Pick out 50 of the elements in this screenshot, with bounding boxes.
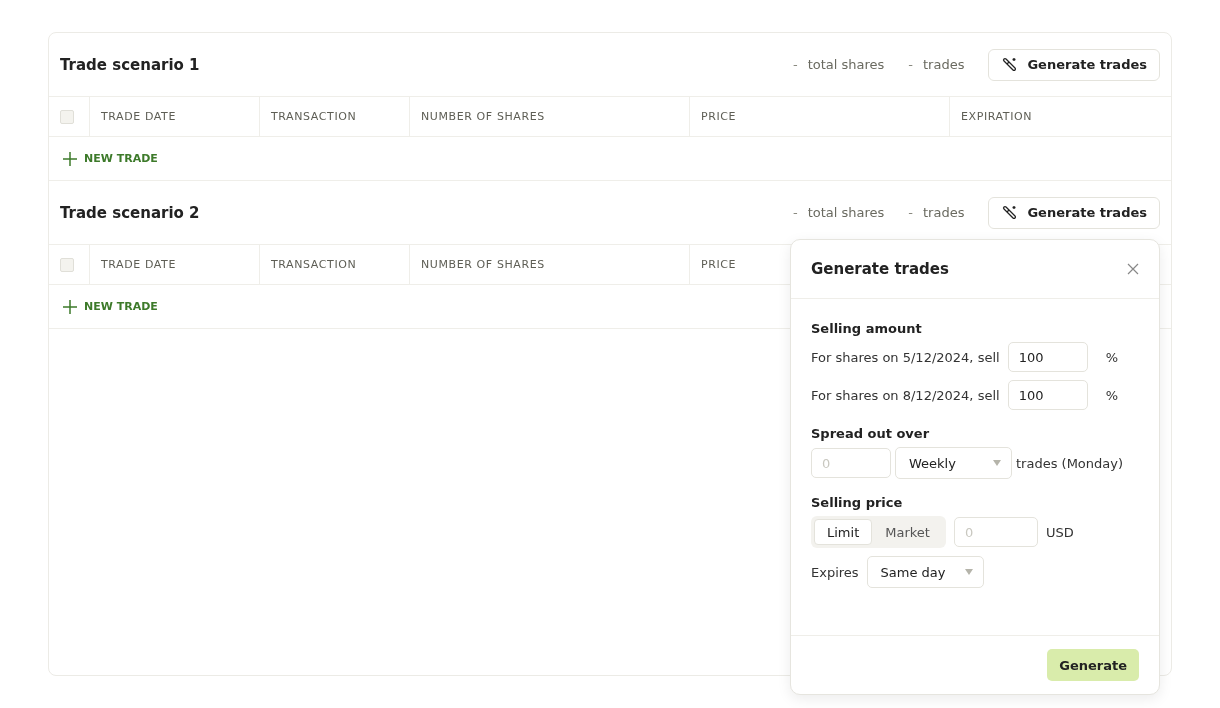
generate-button[interactable]: Generate [1047,649,1139,681]
field-label: For shares on 5/12/2024, sell [811,349,1000,365]
total-shares-value: - [792,57,798,72]
column-header: TRADE DATE [89,245,259,284]
frequency-select[interactable]: Weekly [895,447,1012,479]
new-trade-button[interactable]: NEW TRADE [62,150,158,167]
select-all-checkbox[interactable] [60,257,74,272]
column-header: TRADE DATE [89,97,259,136]
trades-label: trades [923,205,965,220]
column-header: PRICE [689,97,949,136]
field-label: For shares on 8/12/2024, sell [811,387,1000,403]
unit-label: % [1105,387,1118,403]
trades-label: trades [923,57,965,72]
section-heading: Selling price [811,495,904,510]
expires-label: Expires [811,564,859,580]
total-shares-label: total shares [807,205,885,220]
section-heading: Selling amount [811,321,923,336]
caret-icon [993,460,1001,466]
trades-value: - [908,57,913,72]
trades-value: - [908,205,913,220]
dialog-title: Generate trades [811,260,949,278]
currency-label: USD [1045,524,1074,540]
column-header: TRANSACTION [259,97,409,136]
column-header: EXPIRATION [949,97,1171,136]
count-input[interactable]: 0 [811,448,891,478]
plus-icon [62,150,78,167]
new-trade-button[interactable]: NEW TRADE [62,298,158,315]
price-type-option[interactable]: Market [872,519,943,545]
percent-input[interactable]: 100 [1007,380,1088,410]
column-header: NUMBER OF SHARES [409,97,689,136]
scenario-title: Trade scenario 2 [60,203,201,222]
generate-trades-button[interactable]: Generate trades [988,48,1160,81]
unit-label: % [1105,349,1118,365]
scenario-title: Trade scenario 1 [60,55,201,74]
caret-icon [964,569,973,575]
percent-input[interactable]: 100 [1007,342,1088,372]
column-header: NUMBER OF SHARES [409,245,689,284]
column-header: TRANSACTION [259,245,409,284]
select-all-checkbox[interactable] [60,109,74,124]
section-heading: Spread out over [811,426,931,441]
expires-select[interactable]: Same day [866,556,984,588]
price-input[interactable]: 0 [953,517,1038,547]
plus-icon [62,298,78,315]
total-shares-label: total shares [807,57,885,72]
price-type-option[interactable]: Limit [814,519,873,545]
total-shares-value: - [792,205,798,220]
suffix-label: trades (Monday) [1016,455,1124,471]
close-button[interactable] [1127,263,1139,275]
close-icon [1127,263,1139,275]
generate-trades-button[interactable]: Generate trades [988,196,1160,229]
